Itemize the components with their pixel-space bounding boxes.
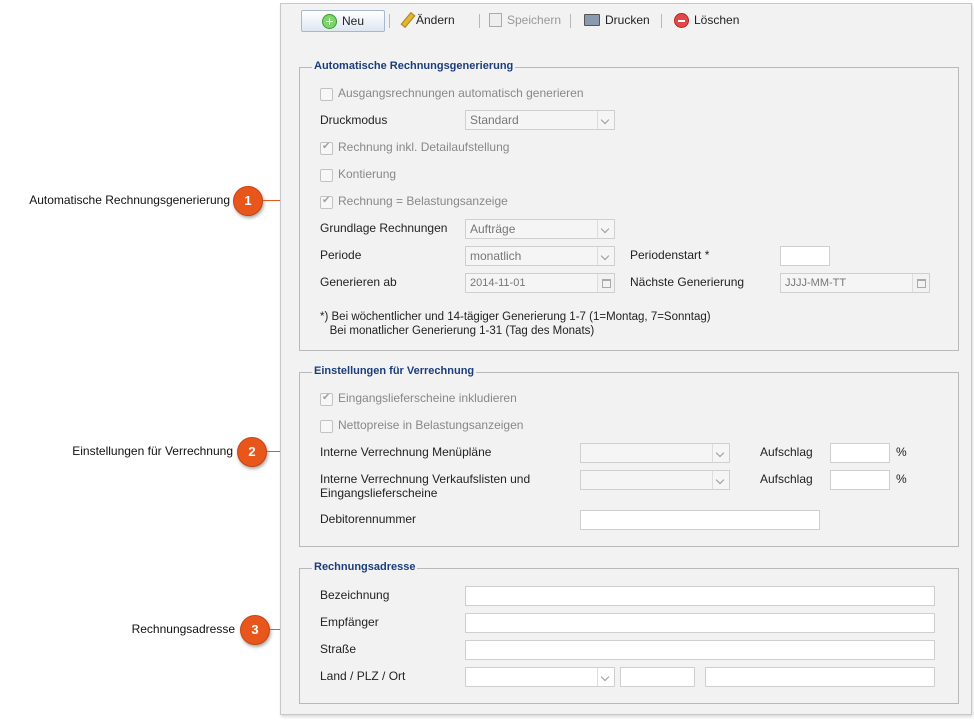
print-mode-value: Standard [470, 113, 519, 127]
designation-input[interactable] [465, 586, 935, 606]
debtor-input[interactable] [580, 510, 820, 530]
detail-label: Rechnung inkl. Detailaufstellung [338, 140, 510, 154]
zip-input[interactable] [620, 667, 695, 687]
designation-label: Bezeichnung [320, 588, 390, 602]
address-section: Rechnungsadresse Bezeichnung Empfänger S… [299, 561, 959, 704]
debtor-label: Debitorennummer [320, 512, 417, 526]
country-label: Land / PLZ / Ort [320, 669, 406, 683]
invoice-settings-panel: Neu Ändern Speichern Drucken Löschen Aut… [280, 3, 972, 715]
annotation-label-address: Rechnungsadresse [131, 622, 235, 636]
net-prices-checkbox[interactable] [320, 420, 333, 433]
menu-plans-surcharge-input[interactable] [830, 443, 890, 463]
chevron-down-icon [597, 111, 614, 129]
delete-icon [674, 12, 689, 28]
basis-value: Aufträge [470, 222, 516, 236]
period-value: monatlich [470, 249, 522, 263]
period-label: Periode [320, 248, 362, 262]
auto-generate-label: Ausgangsrechnungen automatisch generiere… [338, 86, 584, 100]
section-title-address: Rechnungsadresse [312, 561, 418, 573]
include-delivery-label: Eingangslieferscheine inkludieren [338, 391, 517, 405]
country-select[interactable] [465, 667, 615, 687]
street-input[interactable] [465, 640, 935, 660]
calendar-icon[interactable] [597, 274, 614, 292]
sales-lists-select[interactable] [580, 470, 730, 490]
print-mode-label: Druckmodus [320, 113, 388, 127]
sales-lists-percent: % [896, 472, 907, 486]
toolbar-separator [389, 14, 390, 28]
auto-invoice-section: Automatische Rechnungsgenerierung Ausgan… [299, 60, 959, 351]
calendar-icon[interactable] [912, 274, 929, 292]
sales-lists-surcharge-input[interactable] [830, 470, 890, 490]
pencil-icon [400, 11, 416, 29]
sales-lists-surcharge-label: Aufschlag [760, 472, 813, 486]
section-title-auto-invoice: Automatische Rechnungsgenerierung [312, 60, 516, 72]
period-start-label: Periodenstart * [630, 248, 710, 262]
street-label: Straße [320, 642, 357, 656]
next-generation-placeholder: JJJJ-MM-TT [785, 277, 847, 289]
basis-label: Grundlage Rechnungen [320, 221, 448, 235]
annotation-badge-2: 2 [237, 437, 267, 467]
invoice-equals-label: Rechnung = Belastungsanzeige [338, 194, 508, 208]
menu-plans-label: Interne Verrechnung Menüpläne [320, 445, 492, 459]
next-generation-label: Nächste Generierung [630, 275, 745, 289]
settlement-section: Einstellungen für Verrechnung Eingangsli… [299, 365, 959, 547]
save-button-label: Speichern [507, 13, 562, 27]
auto-generate-checkbox[interactable] [320, 88, 333, 101]
chevron-down-icon [597, 668, 614, 686]
edit-button-label: Ändern [416, 13, 455, 27]
annotation-badge-3: 3 [240, 615, 270, 645]
menu-plans-percent: % [896, 445, 907, 459]
city-input[interactable] [705, 667, 935, 687]
new-button-label: Neu [341, 14, 364, 28]
new-button[interactable]: Neu [301, 10, 385, 32]
recipient-label: Empfänger [320, 615, 379, 629]
account-label: Kontierung [338, 167, 397, 181]
menu-plans-surcharge-label: Aufschlag [760, 445, 813, 459]
net-prices-label: Nettopreise in Belastungsanzeigen [338, 418, 524, 432]
delete-button-label: Löschen [694, 13, 740, 27]
chevron-down-icon [712, 444, 729, 462]
annotation-label-settlement: Einstellungen für Verrechnung [72, 444, 233, 458]
save-button[interactable]: Speichern [489, 10, 561, 30]
period-start-input[interactable] [780, 246, 830, 266]
period-note: *) Bei wöchentlicher und 14-tägiger Gene… [320, 311, 711, 337]
basis-select[interactable]: Aufträge [465, 219, 615, 239]
toolbar-separator [570, 14, 571, 28]
toolbar-separator [661, 14, 662, 28]
generate-from-label: Generieren ab [320, 275, 397, 289]
invoice-equals-checkbox[interactable] [320, 195, 333, 209]
annotation-badge-1: 1 [233, 186, 263, 216]
generate-from-input[interactable]: 2014-11-01 [465, 273, 615, 293]
detail-checkbox[interactable] [320, 141, 333, 155]
floppy-disk-icon [489, 13, 502, 27]
print-mode-select[interactable]: Standard [465, 110, 615, 130]
print-button[interactable]: Drucken [584, 10, 650, 30]
next-generation-input[interactable]: JJJJ-MM-TT [780, 273, 930, 293]
edit-button[interactable]: Ändern [400, 10, 455, 30]
account-checkbox[interactable] [320, 169, 333, 182]
chevron-down-icon [597, 247, 614, 265]
recipient-input[interactable] [465, 613, 935, 633]
include-delivery-checkbox[interactable] [320, 392, 333, 406]
toolbar-separator [479, 14, 480, 28]
sales-lists-label: Interne Verrechnung Verkaufslisten und E… [320, 472, 531, 500]
delete-button[interactable]: Löschen [674, 10, 739, 30]
menu-plans-select[interactable] [580, 443, 730, 463]
chevron-down-icon [712, 471, 729, 489]
annotation-label-auto-invoice: Automatische Rechnungsgenerierung [29, 193, 230, 207]
period-select[interactable]: monatlich [465, 246, 615, 266]
toolbar: Neu Ändern Speichern Drucken Löschen [281, 4, 971, 38]
plus-icon [321, 13, 337, 29]
chevron-down-icon [597, 220, 614, 238]
section-title-settlement: Einstellungen für Verrechnung [312, 365, 477, 377]
print-button-label: Drucken [605, 13, 650, 27]
printer-icon [584, 14, 600, 26]
generate-from-value: 2014-11-01 [470, 277, 526, 289]
